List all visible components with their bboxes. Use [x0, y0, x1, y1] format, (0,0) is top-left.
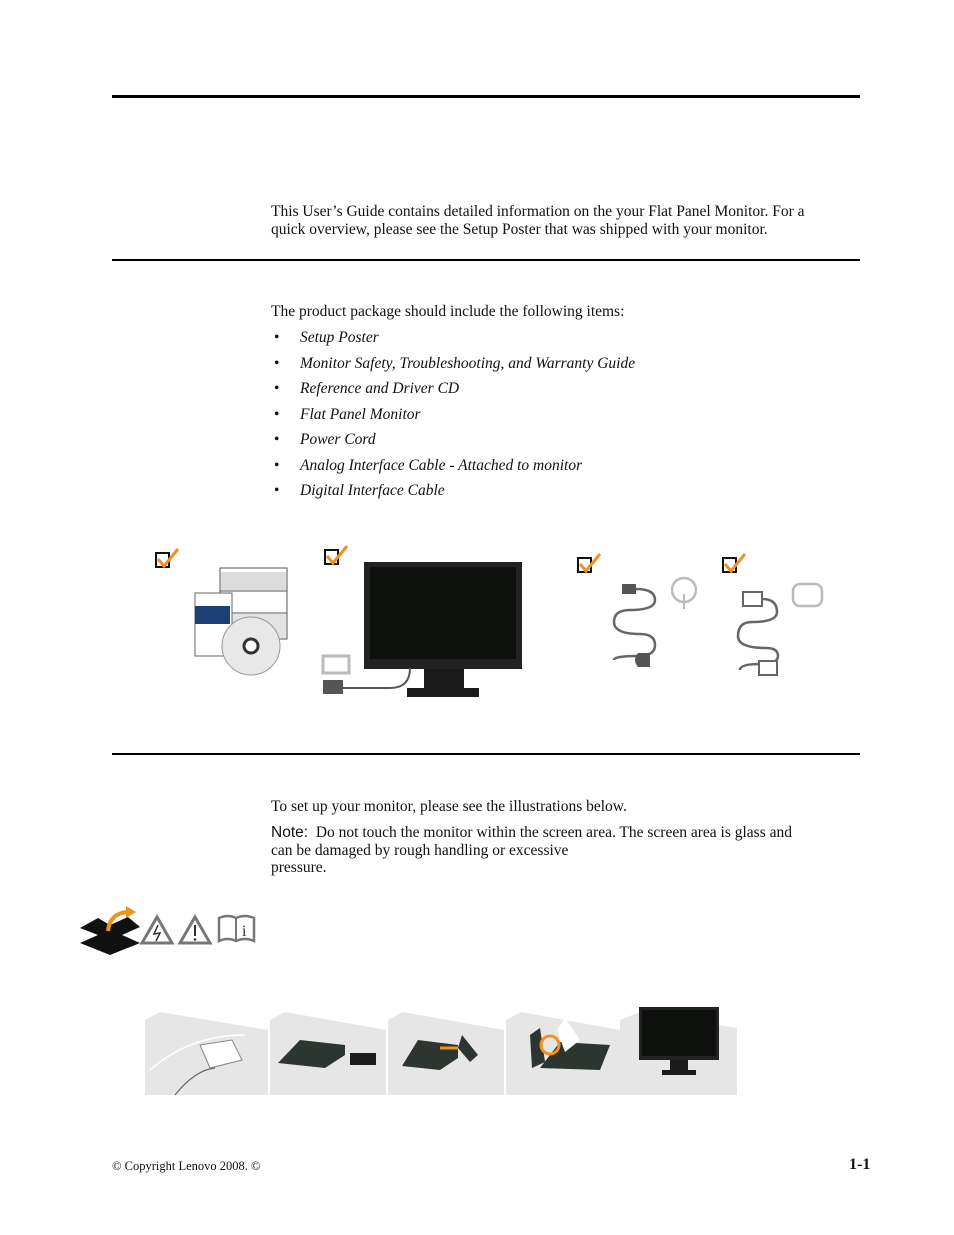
digital-cable-icon — [736, 582, 824, 676]
setup-lead: To set up your monitor, please see the i… — [271, 798, 627, 815]
checkbox-icon — [722, 553, 747, 574]
package-contents-illustration — [155, 545, 824, 697]
setup-steps-illustration — [145, 1007, 737, 1096]
checkbox-icon — [324, 545, 349, 566]
section-rule-1 — [112, 259, 860, 261]
top-rule — [112, 95, 860, 98]
intro-line-2: quick overview, please see the Setup Pos… — [271, 221, 768, 238]
svg-text:i: i — [242, 923, 247, 940]
setup-note-line-2: can be damaged by rough handling or exce… — [271, 842, 569, 859]
intro-line-1: This User’s Guide contains detailed info… — [271, 203, 805, 220]
warning-icon — [177, 913, 213, 945]
read-manual-icon: i — [217, 914, 256, 943]
page-number: 1-1 — [849, 1156, 871, 1173]
power-cord-icon — [612, 576, 698, 667]
checkbox-icon — [155, 548, 180, 569]
electrical-warning-icon — [139, 913, 175, 945]
note-label: Note: — [271, 824, 309, 841]
step-base-parts — [270, 1012, 386, 1095]
step-attach-stand — [388, 1012, 504, 1095]
checkbox-icon — [577, 553, 602, 574]
step-assembled-monitor — [620, 1007, 737, 1095]
unpack-box-icon — [80, 906, 140, 955]
step-lock-stand — [506, 1012, 620, 1095]
section-rule-2 — [112, 753, 860, 755]
step-clean-surface — [145, 1012, 268, 1096]
package-lead: The product package should include the f… — [271, 303, 625, 320]
copyright: © Copyright Lenovo 2008. © — [112, 1159, 261, 1173]
setup-note-line-1: Note: Do not touch the monitor within th… — [271, 824, 792, 841]
monitor-icon — [321, 562, 522, 697]
safety-icons: i — [80, 906, 256, 955]
documents-and-cd-icon — [194, 567, 288, 676]
setup-note-line-3: pressure. — [271, 859, 327, 876]
